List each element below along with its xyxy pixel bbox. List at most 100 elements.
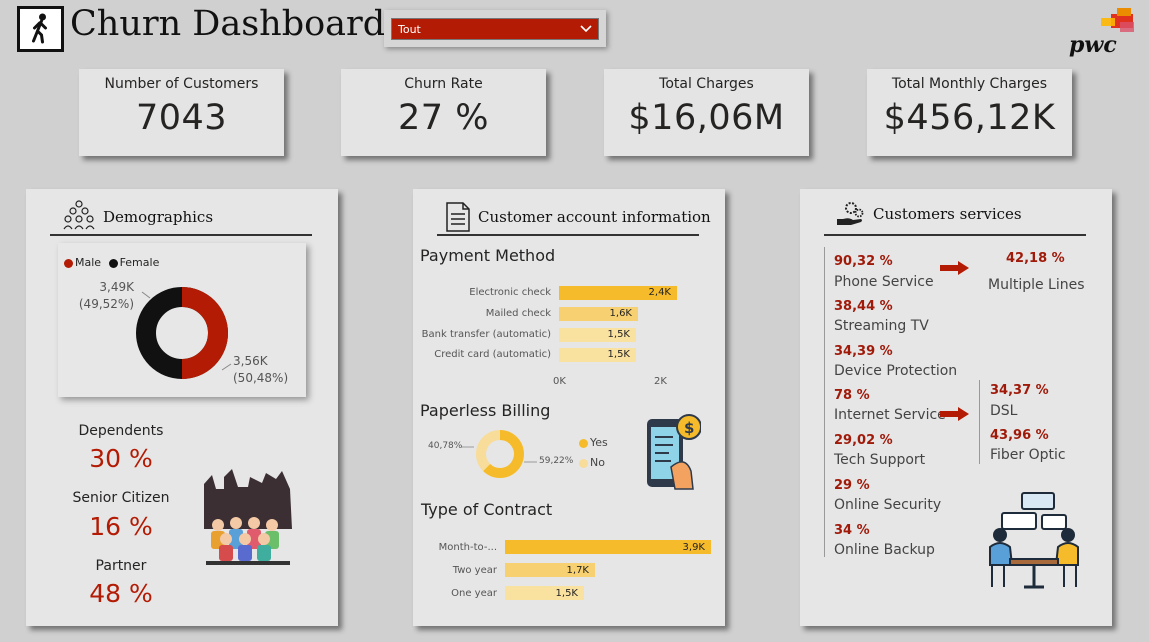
donut-female-label: 3,49K (49,52%)	[78, 279, 134, 313]
filter-dropdown[interactable]: Tout	[391, 18, 599, 40]
gender-donut-card: Male Female 3,49K (49,52%) 3,56K (50,48%…	[58, 243, 306, 397]
arrow-right-icon	[940, 261, 969, 275]
legend-male-swatch	[64, 258, 73, 268]
panel-title: Customer account information	[478, 208, 711, 226]
bar-value: 1,7K	[566, 565, 589, 576]
internet-service-label: Internet Service	[834, 407, 946, 423]
pwc-logo: pwc	[1069, 8, 1134, 58]
axis-tick: 0K	[553, 376, 566, 387]
kpi-card-monthly-charges: Total Monthly Charges $456,12K	[867, 69, 1072, 156]
kpi-card-total-charges: Total Charges $16,06M	[604, 69, 809, 156]
streaming-tv-pct: 38,44 %	[834, 299, 893, 314]
arrow-right-icon	[940, 407, 969, 421]
axis-tick: 2K	[654, 376, 667, 387]
online-backup-pct: 34 %	[834, 523, 870, 538]
bar-value: 1,5K	[607, 349, 630, 360]
partner-value: 48 %	[89, 579, 153, 608]
male-count: 3,56K	[233, 354, 268, 368]
paperless-legend: Yes No	[579, 436, 608, 469]
demographics-panel: Demographics Male Female 3,49K (49,52%) …	[26, 189, 338, 626]
female-count: 3,49K	[99, 280, 134, 294]
title-divider	[437, 234, 699, 236]
tech-support-pct: 29,02 %	[834, 433, 893, 448]
legend-no-label: No	[590, 456, 605, 469]
services-tree-line	[824, 247, 825, 557]
kpi-value: $16,06M	[628, 98, 785, 138]
bar-label: Bank transfer (automatic)	[421, 329, 551, 340]
kpi-value: 27 %	[398, 98, 489, 138]
online-security-label: Online Security	[834, 497, 942, 513]
dependents-label: Dependents	[78, 423, 164, 439]
senior-citizen-value: 16 %	[89, 512, 153, 541]
dsl-label: DSL	[990, 403, 1018, 419]
services-panel: Customers services 90,32 % Phone Service…	[800, 189, 1112, 626]
donut-male-label: 3,56K (50,48%)	[233, 353, 288, 387]
bar-value: 1,5K	[607, 329, 630, 340]
device-protection-pct: 34,39 %	[834, 344, 893, 359]
gender-legend: Male Female	[64, 256, 159, 269]
donut-male-slice	[181, 287, 228, 379]
kpi-label: Total Monthly Charges	[891, 76, 1048, 92]
bar-value: 3,9K	[682, 542, 705, 553]
chevron-down-icon	[580, 25, 592, 33]
female-percent: (49,52%)	[78, 297, 134, 311]
internet-tree-line	[979, 380, 980, 464]
bar-label: Two year	[452, 565, 497, 576]
kpi-value: 7043	[135, 98, 228, 138]
multiple-lines-label: Multiple Lines	[988, 277, 1085, 293]
legend-yes-label: Yes	[590, 436, 608, 449]
gender-donut-chart	[136, 287, 228, 379]
contract-type-title: Type of Contract	[421, 500, 553, 519]
kpi-card-customers: Number of Customers 7043	[79, 69, 284, 156]
mobile-payment-icon: $	[647, 414, 701, 490]
dependents-value: 30 %	[89, 444, 153, 473]
kpi-label: Number of Customers	[104, 76, 259, 92]
internet-service-pct: 78 %	[834, 388, 870, 403]
bar-label: One year	[451, 588, 497, 599]
panel-title: Demographics	[103, 208, 214, 226]
legend-female-label: Female	[119, 256, 160, 269]
hand-gears-icon	[837, 202, 864, 225]
panel-title: Customers services	[873, 205, 1022, 223]
svg-text:pwc: pwc	[1069, 32, 1117, 58]
paperless-billing-title: Paperless Billing	[420, 401, 551, 420]
paperless-yes-pct: 59,22%	[539, 456, 574, 466]
fiber-optic-pct: 43,96 %	[990, 428, 1049, 443]
kpi-card-churn-rate: Churn Rate 27 %	[341, 69, 546, 156]
fiber-optic-label: Fiber Optic	[990, 447, 1066, 463]
multiple-lines-pct: 42,18 %	[1006, 251, 1065, 266]
kpi-label: Churn Rate	[404, 76, 483, 92]
bar-label: Month-to-...	[438, 542, 497, 553]
tech-support-label: Tech Support	[834, 452, 926, 468]
paperless-no-pct: 40,78%	[428, 441, 463, 451]
page-title: Churn Dashboard	[70, 4, 386, 44]
device-protection-label: Device Protection	[834, 363, 958, 379]
male-percent: (50,48%)	[233, 371, 289, 385]
phone-service-label: Phone Service	[834, 274, 934, 290]
paperless-donut-chart	[476, 430, 524, 478]
legend-female-swatch	[108, 258, 118, 268]
kpi-value: $456,12K	[883, 98, 1056, 138]
city-crowd-icon	[204, 469, 292, 565]
legend-male-label: Male	[75, 256, 102, 269]
online-security-pct: 29 %	[834, 478, 870, 493]
payment-method-title: Payment Method	[420, 246, 556, 265]
online-backup-label: Online Backup	[834, 542, 935, 558]
bar-value: 2,4K	[648, 287, 671, 298]
title-divider	[824, 234, 1086, 236]
bar-label: Mailed check	[485, 308, 551, 319]
people-group-icon	[63, 200, 95, 230]
customer-meeting-icon	[989, 492, 1079, 589]
svg-text:$: $	[684, 419, 694, 437]
bar-label: Credit card (automatic)	[434, 349, 551, 360]
legend-yes-swatch	[579, 438, 588, 448]
phone-service-pct: 90,32 %	[834, 254, 893, 269]
filter-dropdown-value: Tout	[398, 23, 421, 36]
title-divider	[50, 234, 312, 236]
legend-no-swatch	[579, 458, 588, 468]
document-icon	[446, 202, 470, 232]
senior-citizen-label: Senior Citizen	[72, 490, 170, 506]
streaming-tv-label: Streaming TV	[834, 318, 929, 334]
account-info-panel: Customer account information Payment Met…	[413, 189, 725, 626]
bar-value: 1,6K	[609, 308, 632, 319]
